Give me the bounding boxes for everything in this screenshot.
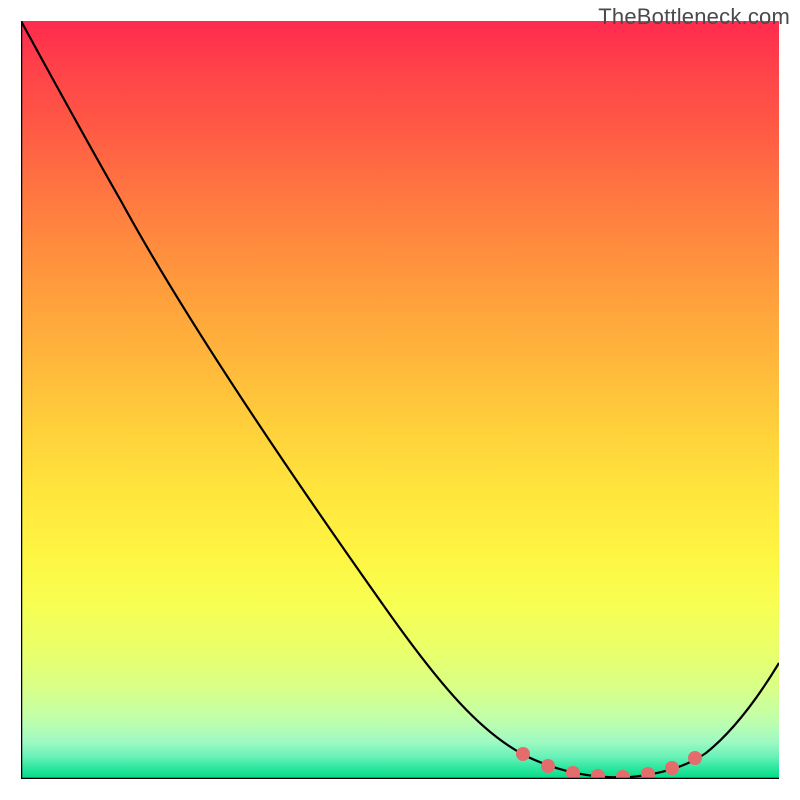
main-curve [21, 21, 779, 777]
curve-svg [21, 21, 779, 779]
valley-markers [516, 747, 702, 779]
chart-container: TheBottleneck.com [0, 0, 800, 800]
watermark-text: TheBottleneck.com [598, 4, 790, 30]
